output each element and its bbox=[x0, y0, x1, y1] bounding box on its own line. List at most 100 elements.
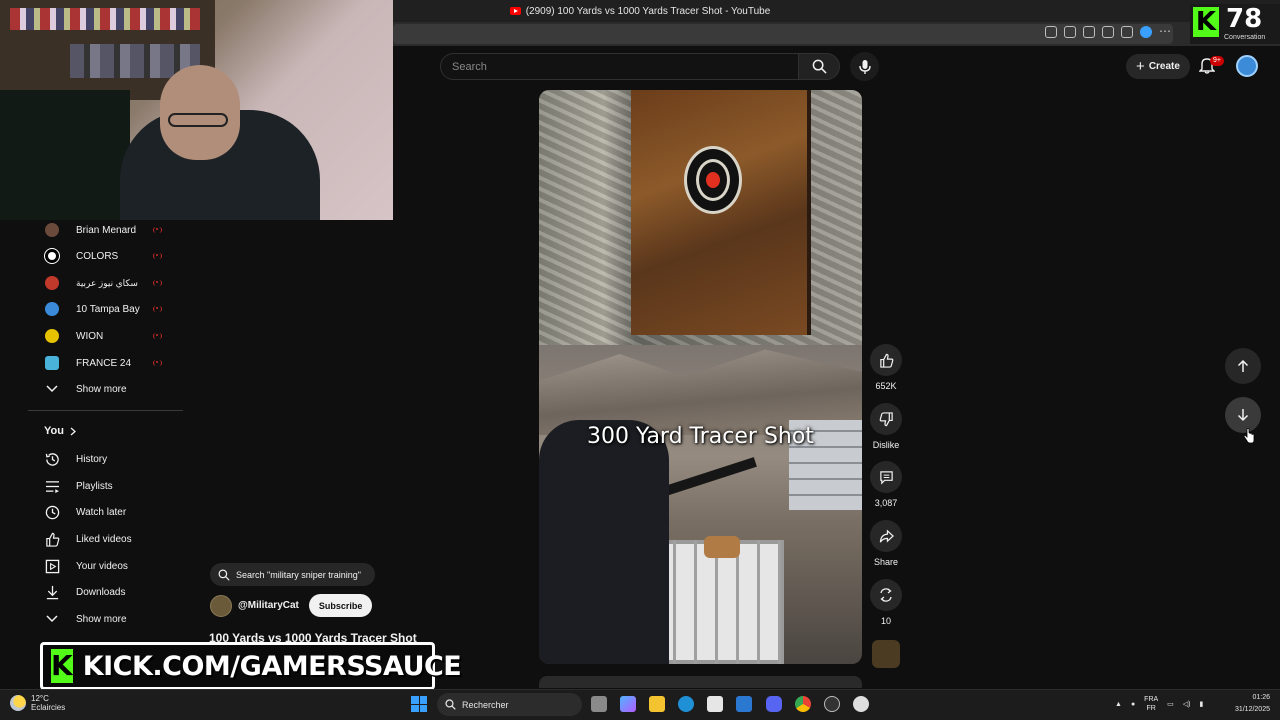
search-input[interactable] bbox=[441, 54, 781, 79]
show-more-you-button[interactable]: Show more bbox=[28, 609, 178, 629]
read-aloud-icon[interactable] bbox=[1045, 26, 1057, 38]
start-button[interactable] bbox=[411, 696, 427, 712]
sidebar-channel[interactable]: FRANCE 24 bbox=[28, 353, 178, 373]
translate-icon[interactable] bbox=[1064, 26, 1076, 38]
more-menu-icon[interactable]: ⋯ bbox=[1159, 25, 1171, 38]
screen: (2909) 100 Yards vs 1000 Yards Tracer Sh… bbox=[0, 0, 1280, 720]
mail-icon[interactable] bbox=[736, 696, 752, 712]
notification-count-badge: 9+ bbox=[1210, 56, 1224, 66]
like-count: 652K bbox=[875, 381, 897, 391]
live-icon bbox=[153, 333, 162, 339]
streamer-glasses bbox=[168, 113, 228, 127]
history-icon bbox=[45, 452, 59, 466]
share-button[interactable]: Share bbox=[867, 520, 905, 567]
live-icon bbox=[153, 306, 162, 312]
taskbar-clock[interactable]: 01:26 31/12/2025 bbox=[1222, 692, 1270, 716]
search-button[interactable] bbox=[798, 53, 840, 80]
channel-handle[interactable]: @MilitaryCat bbox=[238, 600, 299, 611]
sidebar-item-label: Watch later bbox=[76, 506, 127, 518]
comments-button[interactable]: 3,087 bbox=[867, 461, 905, 508]
sidebar-item-label: Liked videos bbox=[76, 533, 132, 545]
your-videos-icon bbox=[45, 559, 59, 573]
sidebar-channel[interactable]: سكاي نيوز عربية bbox=[28, 273, 178, 293]
battery-icon[interactable]: ▮ bbox=[1200, 700, 1204, 708]
weather-description: Eclaircies bbox=[31, 703, 66, 712]
create-label: Create bbox=[1148, 61, 1180, 72]
sidebar-item-label: History bbox=[76, 453, 108, 465]
sidebar-channel[interactable]: COLORS bbox=[28, 246, 178, 266]
favorite-star-icon[interactable] bbox=[1083, 26, 1095, 38]
clock-date: 31/12/2025 bbox=[1234, 706, 1270, 713]
taskbar-search-label: Rechercher bbox=[462, 699, 509, 710]
language-indicator[interactable]: FRA FR bbox=[1144, 695, 1158, 713]
chrome-icon[interactable] bbox=[795, 696, 811, 712]
collections-icon[interactable] bbox=[1121, 26, 1133, 38]
microphone-icon[interactable]: ● bbox=[1131, 701, 1135, 708]
live-icon bbox=[153, 227, 162, 233]
copilot-icon[interactable] bbox=[620, 696, 636, 712]
comment-count: 3,087 bbox=[874, 498, 898, 508]
sidebar-item-watch-later[interactable]: Watch later bbox=[28, 502, 178, 522]
clock-time: 01:26 bbox=[1252, 694, 1270, 701]
tray-overflow-icon[interactable]: ▲ bbox=[1115, 701, 1122, 708]
store-icon[interactable] bbox=[707, 696, 723, 712]
short-channel-row: @MilitaryCat Subscribe bbox=[210, 594, 373, 617]
short-video-player[interactable]: 300 Yard Tracer Shot bbox=[539, 90, 862, 664]
sidebar-item-downloads[interactable]: Downloads bbox=[28, 582, 178, 602]
you-label: You bbox=[44, 425, 64, 437]
sidebar-item-label: Downloads bbox=[76, 586, 126, 598]
account-avatar[interactable] bbox=[1236, 55, 1258, 77]
sidebar-item-history[interactable]: History bbox=[28, 449, 178, 469]
sound-thumbnail[interactable] bbox=[872, 640, 900, 668]
subscribe-button[interactable]: Subscribe bbox=[308, 594, 373, 617]
show-more-channels-button[interactable]: Show more bbox=[28, 379, 178, 399]
like-button[interactable]: 652K bbox=[867, 344, 905, 391]
you-section-header[interactable]: You bbox=[44, 425, 76, 437]
remix-button[interactable]: 10 bbox=[867, 579, 905, 626]
tab-title: (2909) 100 Yards vs 1000 Yards Tracer Sh… bbox=[525, 5, 771, 17]
suggested-search-chip[interactable]: Search "military sniper training" bbox=[210, 563, 375, 586]
watch-later-icon bbox=[45, 505, 59, 519]
channel-name: FRANCE 24 bbox=[76, 357, 132, 369]
sidebar-item-playlists[interactable]: Playlists bbox=[28, 476, 178, 496]
arrow-up-icon bbox=[1237, 359, 1249, 372]
sidebar-channel[interactable]: WION bbox=[28, 326, 178, 346]
obs-icon[interactable] bbox=[824, 696, 840, 712]
edge-icon[interactable] bbox=[678, 696, 694, 712]
browser-profile-icon[interactable] bbox=[1140, 26, 1152, 38]
thumbs-down-icon bbox=[879, 411, 893, 426]
app-icon[interactable] bbox=[853, 696, 869, 712]
windows-taskbar: 12°C Eclaircies bbox=[0, 689, 1280, 720]
show-more-label: Show more bbox=[76, 383, 127, 395]
sidebar-item-your-videos[interactable]: Your videos bbox=[28, 556, 178, 576]
sidebar-item-liked-videos[interactable]: Liked videos bbox=[28, 529, 178, 549]
remix-count: 10 bbox=[880, 616, 891, 626]
liked-videos-icon bbox=[45, 532, 59, 547]
kick-logo-icon: K bbox=[51, 649, 73, 683]
arrow-down-icon bbox=[1237, 409, 1249, 422]
extensions-icon[interactable] bbox=[1102, 26, 1114, 38]
show-more-label: Show more bbox=[76, 613, 127, 625]
create-button[interactable]: + Create bbox=[1126, 54, 1190, 79]
sidebar-channel[interactable]: Brian Menard bbox=[28, 220, 178, 240]
channel-name: 10 Tampa Bay bbox=[76, 303, 140, 315]
microphone-icon bbox=[858, 59, 871, 74]
sandbag bbox=[704, 536, 740, 558]
channel-avatar[interactable] bbox=[210, 594, 232, 617]
file-explorer-icon[interactable] bbox=[649, 696, 665, 712]
dislike-button[interactable]: Dislike bbox=[867, 403, 905, 450]
discord-icon[interactable] bbox=[766, 696, 782, 712]
taskbar-search[interactable]: Rechercher bbox=[437, 693, 582, 716]
next-short-peek bbox=[539, 676, 862, 688]
network-icon[interactable]: ▭ bbox=[1167, 700, 1174, 708]
channel-avatar bbox=[45, 223, 59, 237]
comment-icon bbox=[879, 470, 893, 485]
voice-search-button[interactable] bbox=[850, 52, 879, 81]
weather-widget[interactable]: 12°C Eclaircies bbox=[10, 694, 65, 712]
sidebar-channel[interactable]: 10 Tampa Bay bbox=[28, 299, 178, 319]
playlists-icon bbox=[45, 480, 59, 493]
task-view-icon[interactable] bbox=[591, 696, 607, 712]
share-icon bbox=[879, 528, 894, 543]
volume-icon[interactable]: ◁) bbox=[1183, 700, 1191, 708]
previous-short-button[interactable] bbox=[1225, 348, 1261, 384]
